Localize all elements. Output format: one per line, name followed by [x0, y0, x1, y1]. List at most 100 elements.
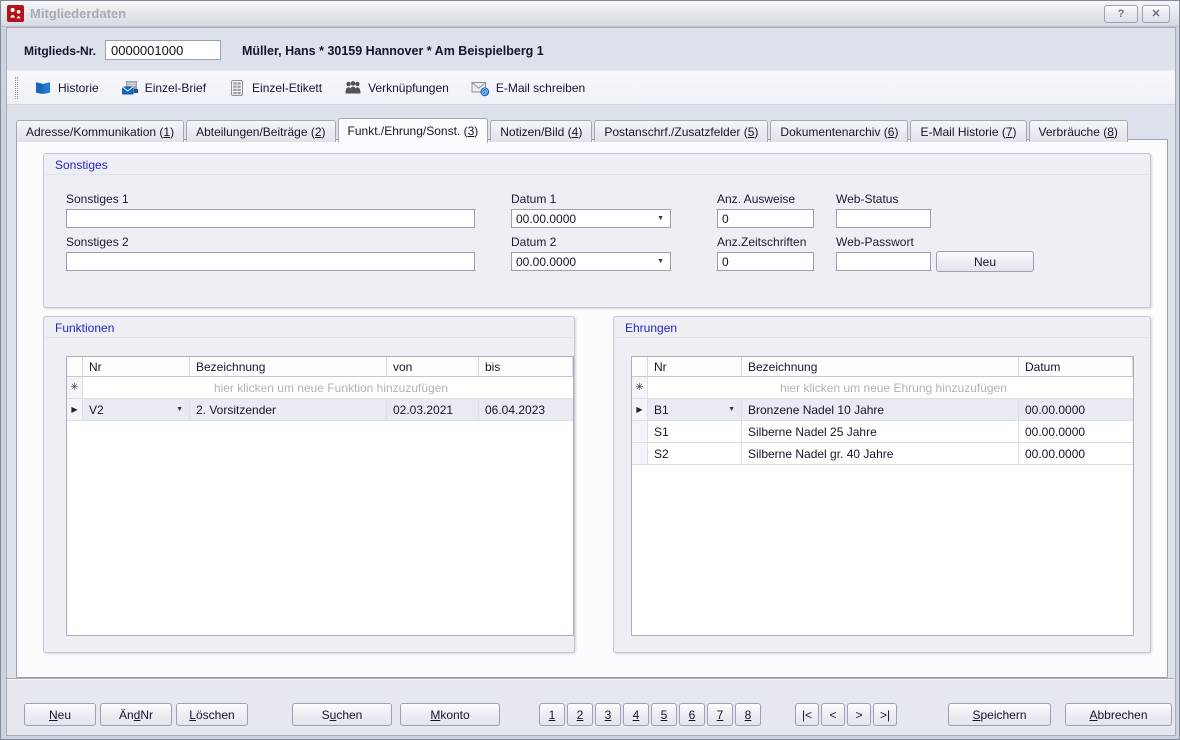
nav-prev-button[interactable]: <	[821, 703, 845, 726]
cell-datum[interactable]: 00.00.0000	[1019, 443, 1133, 465]
tab-accel: 6	[888, 125, 895, 139]
abbrechen-button[interactable]: Abbrechen	[1065, 703, 1172, 726]
chevron-down-icon[interactable]: ▼	[728, 406, 735, 413]
datum1-combobox[interactable]: 00.00.0000 ▼	[511, 209, 671, 228]
neu-button[interactable]: Neu	[24, 703, 96, 726]
people-icon	[344, 79, 362, 97]
close-button[interactable]: ✕	[1142, 5, 1170, 23]
cell-nr[interactable]: V2 ▼	[83, 399, 190, 421]
cell-bezeichnung[interactable]: Bronzene Nadel 10 Jahre	[742, 399, 1019, 421]
funktionen-row-v2[interactable]: ▶ V2 ▼ 2. Vorsitzender 02.03.2021 06.04.2…	[67, 399, 573, 421]
email-icon: @	[471, 79, 490, 97]
tab-label: )	[578, 125, 582, 139]
datum1-label: Datum 1	[511, 192, 556, 206]
app-icon	[7, 5, 24, 22]
col-nr[interactable]: Nr	[648, 357, 742, 377]
page-1-button[interactable]: 1	[539, 703, 565, 726]
triangle-right-icon: ▶	[71, 405, 77, 414]
cell-value: V2	[89, 403, 104, 417]
tab-label: )	[170, 125, 174, 139]
page-5-button[interactable]: 5	[651, 703, 677, 726]
speichern-button[interactable]: Speichern	[948, 703, 1051, 726]
chevron-down-icon[interactable]: ▼	[176, 406, 183, 413]
tab-funkt-ehrung-sonst[interactable]: Funkt./Ehrung/Sonst. (3)	[338, 118, 489, 143]
page-4-button[interactable]: 4	[623, 703, 649, 726]
mkonto-button[interactable]: Mkonto	[400, 703, 500, 726]
new-row-hint[interactable]: hier klicken um neue Ehrung hinzuzufügen	[648, 377, 1133, 399]
suchen-button[interactable]: Suchen	[292, 703, 392, 726]
datum2-combobox[interactable]: 00.00.0000 ▼	[511, 252, 671, 271]
col-bis[interactable]: bis	[479, 357, 573, 377]
page-7-button[interactable]: 7	[707, 703, 733, 726]
nav-next-button[interactable]: >	[847, 703, 871, 726]
toolbar-email-schreiben-button[interactable]: @ E-Mail schreiben	[471, 79, 585, 97]
ehrungen-row-s1[interactable]: S1 Silberne Nadel 25 Jahre 00.00.0000	[632, 421, 1133, 443]
anz-zeitschriften-input[interactable]	[717, 252, 814, 271]
col-bezeichnung[interactable]: Bezeichnung	[190, 357, 387, 377]
member-header: Mitglieds-Nr. Müller, Hans * 30159 Hanno…	[7, 28, 1175, 70]
page-6-button[interactable]: 6	[679, 703, 705, 726]
tab-notizen-bild[interactable]: Notizen/Bild (4)	[490, 120, 592, 142]
web-passwort-input[interactable]	[836, 252, 931, 271]
funktionen-new-row[interactable]: ✳ hier klicken um neue Funktion hinzuzuf…	[67, 377, 573, 399]
tab-dokumentenarchiv[interactable]: Dokumentenarchiv (6)	[770, 120, 908, 142]
tab-postanschrf-zusatzfelder[interactable]: Postanschrf./Zusatzfelder (5)	[594, 120, 768, 142]
toolbar-verknuepfungen-button[interactable]: Verknüpfungen	[344, 79, 449, 97]
mitgliederdaten-window: Mitgliederdaten ? ✕ Mitglieds-Nr. Müller…	[0, 0, 1180, 740]
page-3-button[interactable]: 3	[595, 703, 621, 726]
page-2-button[interactable]: 2	[567, 703, 593, 726]
aendnr-button[interactable]: ÄndNr	[100, 703, 172, 726]
help-button[interactable]: ?	[1104, 5, 1138, 23]
cell-von[interactable]: 02.03.2021	[387, 399, 479, 421]
cell-nr[interactable]: S1	[648, 421, 742, 443]
tab-abteilungen-beitraege[interactable]: Abteilungen/Beiträge (2)	[186, 120, 335, 142]
member-no-input[interactable]	[105, 40, 221, 60]
tab-label: Abteilungen/Beiträge (	[196, 125, 315, 139]
tab-label: )	[754, 125, 758, 139]
tab-label: )	[894, 125, 898, 139]
chevron-down-icon[interactable]: ▼	[657, 215, 664, 222]
loeschen-button[interactable]: Löschen	[176, 703, 248, 726]
toolbar-label: Verknüpfungen	[368, 81, 449, 95]
tab-email-historie[interactable]: E-Mail Historie (7)	[910, 120, 1026, 142]
col-von[interactable]: von	[387, 357, 479, 377]
cell-value: B1	[654, 403, 669, 417]
cell-bezeichnung[interactable]: Silberne Nadel gr. 40 Jahre	[742, 443, 1019, 465]
ehrungen-row-b1[interactable]: ▶ B1 ▼ Bronzene Nadel 10 Jahre 00.00.0000	[632, 399, 1133, 421]
chevron-down-icon[interactable]: ▼	[657, 258, 664, 265]
sonstiges2-input[interactable]	[66, 252, 475, 271]
cell-bis[interactable]: 06.04.2023	[479, 399, 573, 421]
cell-nr[interactable]: B1 ▼	[648, 399, 742, 421]
tab-label: )	[322, 125, 326, 139]
col-bezeichnung[interactable]: Bezeichnung	[742, 357, 1019, 377]
toolbar-grip[interactable]	[15, 77, 18, 99]
toolbar-historie-button[interactable]: Historie	[34, 79, 99, 97]
current-row-marker-icon: ▶	[632, 399, 648, 421]
tab-adresse-kommunikation[interactable]: Adresse/Kommunikation (1)	[16, 120, 184, 142]
tab-verbraeuche[interactable]: Verbräuche (8)	[1029, 120, 1128, 142]
toolbar-einzel-etikett-button[interactable]: Einzel-Etikett	[228, 79, 322, 97]
current-row-marker-icon: ▶	[67, 399, 83, 421]
cell-datum[interactable]: 00.00.0000	[1019, 421, 1133, 443]
cell-bezeichnung[interactable]: Silberne Nadel 25 Jahre	[742, 421, 1019, 443]
tab-label: E-Mail Historie (	[920, 125, 1005, 139]
sonstiges1-input[interactable]	[66, 209, 475, 228]
cell-datum[interactable]: 00.00.0000	[1019, 399, 1133, 421]
tab-label: Dokumentenarchiv (	[780, 125, 887, 139]
col-nr[interactable]: Nr	[83, 357, 190, 377]
cell-nr[interactable]: S2	[648, 443, 742, 465]
ehrungen-row-s2[interactable]: S2 Silberne Nadel gr. 40 Jahre 00.00.000…	[632, 443, 1133, 465]
ehrungen-new-row[interactable]: ✳ hier klicken um neue Ehrung hinzuzufüg…	[632, 377, 1133, 399]
page-8-button[interactable]: 8	[735, 703, 761, 726]
group-header	[615, 317, 1149, 338]
cell-bezeichnung[interactable]: 2. Vorsitzender	[190, 399, 387, 421]
web-status-input[interactable]	[836, 209, 931, 228]
toolbar-einzel-brief-button[interactable]: Einzel-Brief	[121, 79, 206, 97]
nav-last-button[interactable]: >|	[873, 703, 897, 726]
anz-ausweise-input[interactable]	[717, 209, 814, 228]
web-passwort-neu-button[interactable]: Neu	[936, 251, 1034, 272]
nav-first-button[interactable]: |<	[795, 703, 819, 726]
new-row-hint[interactable]: hier klicken um neue Funktion hinzuzufüg…	[83, 377, 573, 399]
col-datum[interactable]: Datum	[1019, 357, 1133, 377]
title-bar[interactable]: Mitgliederdaten ? ✕	[1, 1, 1179, 27]
